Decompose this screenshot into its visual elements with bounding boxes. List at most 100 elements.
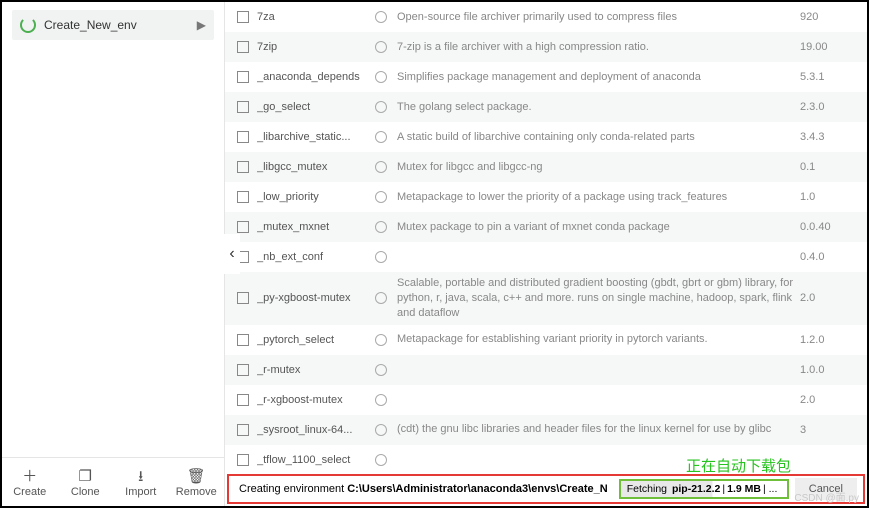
package-name: 7za — [257, 11, 375, 23]
package-name: _mutex_mxnet — [257, 221, 375, 233]
sidebar: Create_New_env ▶ ＋Create❐Clone⭳Import🗑Re… — [2, 2, 225, 506]
package-row[interactable]: 7zip 7-zip is a file archiver with a hig… — [225, 32, 867, 62]
package-row[interactable]: _pytorch_select Metapackage for establis… — [225, 325, 867, 355]
package-row[interactable]: _libarchive_static... A static build of … — [225, 122, 867, 152]
package-description — [397, 366, 800, 374]
package-row[interactable]: _mutex_mxnet Mutex package to pin a vari… — [225, 212, 867, 242]
checkbox-icon[interactable] — [237, 221, 249, 233]
environments-list: Create_New_env ▶ — [2, 2, 224, 457]
package-row[interactable]: 7za Open-source file archiver primarily … — [225, 2, 867, 32]
status-circle-icon — [375, 71, 387, 83]
fetch-progress: Fetching pip-21.2.2 | 1.9 MB | ... — [619, 479, 789, 499]
checkbox-icon[interactable] — [237, 131, 249, 143]
checkbox-icon[interactable] — [237, 364, 249, 376]
status-message: Creating environment C:\Users\Administra… — [229, 483, 618, 495]
package-name: _anaconda_depends — [257, 71, 375, 83]
create-icon: ＋ — [2, 468, 58, 486]
package-name: _nb_ext_conf — [257, 251, 375, 263]
package-name: _libgcc_mutex — [257, 161, 375, 173]
status-circle-icon — [375, 364, 387, 376]
checkbox-icon[interactable] — [237, 161, 249, 173]
checkbox-icon[interactable] — [237, 334, 249, 346]
checkbox-icon[interactable] — [237, 71, 249, 83]
package-version: 920 — [800, 11, 855, 23]
status-circle-icon — [375, 394, 387, 406]
package-version: 2.0 — [800, 292, 855, 304]
package-version: 19.00 — [800, 41, 855, 53]
status-bar: Creating environment C:\Users\Administra… — [227, 474, 865, 504]
package-version: 0.1 — [800, 161, 855, 173]
checkbox-icon[interactable] — [237, 424, 249, 436]
package-description: 7-zip is a file archiver with a high com… — [397, 36, 800, 59]
package-name: _r-mutex — [257, 364, 375, 376]
env-actions: ＋Create❐Clone⭳Import🗑Remove — [2, 457, 224, 506]
import-button[interactable]: ⭳Import — [113, 458, 169, 506]
package-description: Simplifies package management and deploy… — [397, 66, 800, 89]
package-description: Scalable, portable and distributed gradi… — [397, 272, 800, 325]
status-circle-icon — [375, 334, 387, 346]
package-name: _libarchive_static... — [257, 131, 375, 143]
collapse-sidebar-button[interactable]: ‹ — [224, 234, 240, 274]
package-description: Open-source file archiver primarily used… — [397, 6, 800, 29]
package-description — [397, 396, 800, 404]
status-circle-icon — [375, 161, 387, 173]
package-version: 5.3.1 — [800, 71, 855, 83]
package-row[interactable]: _nb_ext_conf 0.4.0 — [225, 242, 867, 272]
status-circle-icon — [375, 101, 387, 113]
package-row[interactable]: _anaconda_depends Simplifies package man… — [225, 62, 867, 92]
package-row[interactable]: _low_priority Metapackage to lower the p… — [225, 182, 867, 212]
package-name: 7zip — [257, 41, 375, 53]
package-row[interactable]: _py-xgboost-mutex Scalable, portable and… — [225, 272, 867, 325]
status-circle-icon — [375, 11, 387, 23]
package-row[interactable]: _sysroot_linux-64... (cdt) the gnu libc … — [225, 415, 867, 445]
remove-button[interactable]: 🗑Remove — [169, 458, 225, 506]
package-description: Mutex package to pin a variant of mxnet … — [397, 216, 800, 239]
clone-button[interactable]: ❐Clone — [58, 458, 114, 506]
package-version: 0.0.40 — [800, 221, 855, 233]
checkbox-icon[interactable] — [237, 41, 249, 53]
package-name: _py-xgboost-mutex — [257, 292, 375, 304]
package-row[interactable]: _r-mutex 1.0.0 — [225, 355, 867, 385]
import-icon: ⭳ — [113, 468, 169, 486]
checkbox-icon[interactable] — [237, 394, 249, 406]
package-description: Mutex for libgcc and libgcc-ng — [397, 156, 800, 179]
package-version: 0.4.0 — [800, 251, 855, 263]
clone-icon: ❐ — [58, 468, 114, 486]
checkbox-icon[interactable] — [237, 454, 249, 466]
package-name: _tflow_1100_select — [257, 454, 375, 466]
checkbox-icon[interactable] — [237, 11, 249, 23]
checkbox-icon[interactable] — [237, 101, 249, 113]
play-icon[interactable]: ▶ — [197, 18, 206, 32]
package-row[interactable]: _libgcc_mutex Mutex for libgcc and libgc… — [225, 152, 867, 182]
package-description: (cdt) the gnu libc libraries and header … — [397, 418, 800, 441]
env-name-label: Create_New_env — [44, 18, 137, 32]
status-circle-icon — [375, 424, 387, 436]
package-description: Metapackage for establishing variant pri… — [397, 328, 800, 351]
package-version: 3.4.3 — [800, 131, 855, 143]
package-description: The golang select package. — [397, 96, 800, 119]
main-panel: ‹ 7za Open-source file archiver primaril… — [225, 2, 867, 506]
package-row[interactable]: _r-xgboost-mutex 2.0 — [225, 385, 867, 415]
package-list: 7za Open-source file archiver primarily … — [225, 2, 867, 474]
checkbox-icon[interactable] — [237, 191, 249, 203]
package-description: A static build of libarchive containing … — [397, 126, 800, 149]
loading-spinner-icon — [20, 17, 36, 33]
package-version: 3 — [800, 424, 855, 436]
package-name: _r-xgboost-mutex — [257, 394, 375, 406]
package-name: _low_priority — [257, 191, 375, 203]
status-circle-icon — [375, 292, 387, 304]
package-version: 2.0 — [800, 394, 855, 406]
status-circle-icon — [375, 251, 387, 263]
checkbox-icon[interactable] — [237, 292, 249, 304]
annotation-text: 正在自动下载包 — [686, 455, 791, 476]
package-version: 1.2.0 — [800, 334, 855, 346]
env-item-create-new-env[interactable]: Create_New_env ▶ — [12, 10, 214, 40]
package-description: Metapackage to lower the priority of a p… — [397, 186, 800, 209]
status-circle-icon — [375, 191, 387, 203]
status-circle-icon — [375, 41, 387, 53]
status-circle-icon — [375, 221, 387, 233]
package-name: _sysroot_linux-64... — [257, 424, 375, 436]
create-button[interactable]: ＋Create — [2, 458, 58, 506]
status-circle-icon — [375, 454, 387, 466]
package-row[interactable]: _go_select The golang select package. 2.… — [225, 92, 867, 122]
